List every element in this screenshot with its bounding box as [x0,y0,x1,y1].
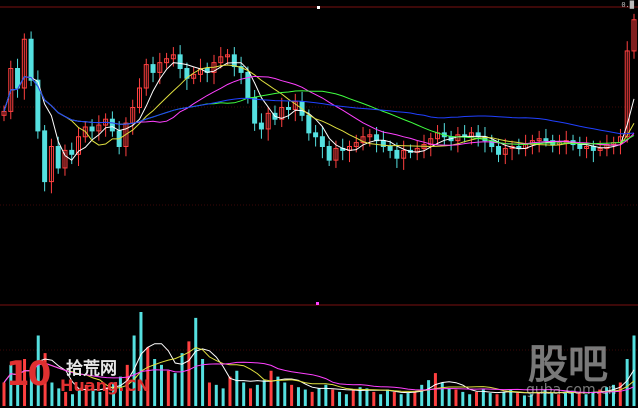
volume-bar [269,370,273,406]
candle-body [313,132,319,138]
candle-body [577,144,583,149]
volume-bar [207,382,211,406]
volume-bar [180,353,184,406]
volume-bar [495,394,499,406]
volume-bar [502,391,506,406]
volume-bar [331,389,335,406]
candle-body [89,126,95,132]
volume-bar [447,388,451,406]
candle-body [177,54,183,69]
volume-bar [427,380,431,406]
volume-bar [454,389,458,406]
volume-bar [166,370,170,406]
volume-bar [392,391,396,406]
candle-body [35,79,41,132]
volume-bar [481,389,485,406]
volume-bar [296,387,300,406]
candle-body [28,38,34,81]
volume-bar [276,376,280,406]
volume-bar [385,389,389,406]
candle-body [245,71,251,99]
candle-body [252,97,258,124]
volume-bar [406,393,410,406]
volume-bar [413,391,417,406]
volume-bar [194,317,198,406]
volume-bar [201,359,205,406]
candle-body [326,146,332,161]
candle-body [150,64,156,73]
volume-bar [283,382,287,406]
volume-bar [290,384,294,406]
volume-bar [173,373,177,406]
volume-bar [317,388,321,406]
volume-bar [310,391,314,406]
volume-bar [160,364,163,406]
candle-body [55,146,61,169]
volume-bar [262,380,266,406]
candle-body [590,146,596,151]
volume-bar [488,393,492,406]
volume-bar [242,382,246,406]
top-marker [317,6,320,9]
volume-bar [468,394,472,406]
volume-bar [365,388,369,406]
watermark-shihuang: 10 拾荒网 Huang.CN [4,354,150,404]
candle-body [319,136,325,147]
candle-body [109,118,115,132]
volume-bar [228,376,232,406]
candle-body [42,130,48,183]
volume-bar [214,384,218,406]
top-right-indicator: 0.█ [621,1,634,9]
volume-bar [399,394,403,406]
candle-body [374,134,380,142]
volume-bar [303,389,307,406]
volume-bar [255,384,259,406]
volume-bar [221,388,225,406]
volume-bar [420,384,424,406]
candle-body [231,54,237,68]
watermark-guba-url: guba.com.cn [526,382,617,398]
divider-marker [316,302,319,305]
volume-bar [249,388,253,406]
candle-body [394,149,400,159]
candle-body [543,138,549,142]
candle-body [258,122,264,130]
volume-bar [475,391,478,406]
kline-chart-screen: 0.█ 10 拾荒网 Huang.CN 股吧 guba.com.cn [0,0,638,408]
candle-body [15,68,21,89]
candle-body [286,107,292,110]
volume-bar [461,391,465,406]
watermark-guba: 股吧 guba.com.cn [518,332,638,408]
candle-body [69,149,75,155]
candle-body [306,114,312,134]
candle-body [387,146,393,151]
volume-bar [372,391,376,406]
volume-bar [440,382,444,406]
volume-bar [235,370,239,406]
candle-body [496,146,502,155]
volume-bar [344,394,348,406]
watermark-number: 10 [6,354,51,394]
volume-bar [338,391,342,406]
volume-bar [153,359,157,406]
volume-bar [351,389,355,406]
volume-bar [379,394,383,406]
watermark-url: Huang.CN [60,376,150,395]
